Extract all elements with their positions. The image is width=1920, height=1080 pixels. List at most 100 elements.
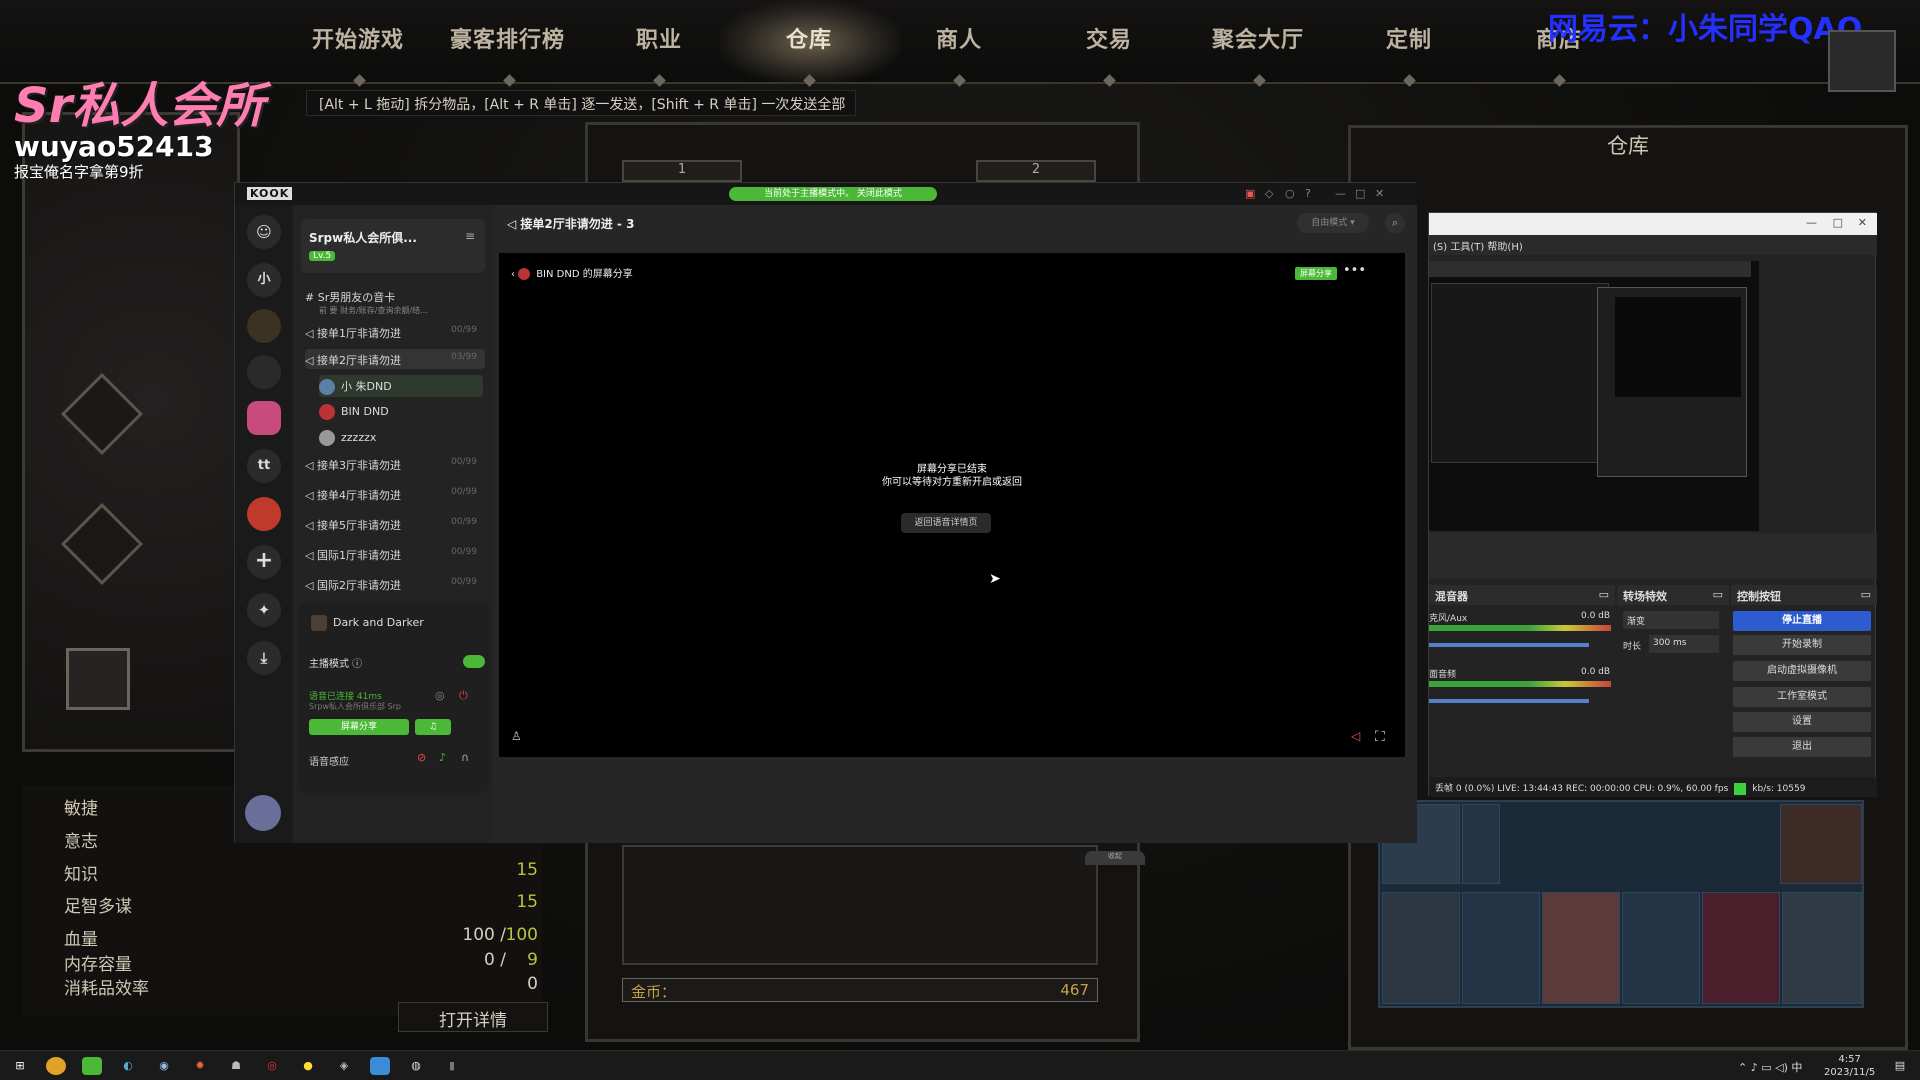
equip-slot-diamond[interactable] — [60, 502, 144, 586]
duration-input[interactable]: 300 ms — [1649, 635, 1719, 653]
equip-slot-diamond[interactable] — [60, 372, 144, 456]
chrome-icon[interactable] — [46, 1057, 66, 1075]
discover-icon[interactable]: ✦ — [247, 593, 281, 627]
stash-tab-2[interactable]: 2 — [976, 160, 1096, 182]
nav-class[interactable]: 职业 — [636, 22, 682, 54]
close-icon[interactable]: ✕ — [1858, 216, 1867, 229]
disconnect-icon[interactable]: ⏻ — [459, 689, 468, 703]
headphones-icon[interactable]: ∩ — [461, 751, 469, 764]
start-virtual-camera-button[interactable]: 启动虚拟摄像机 — [1733, 661, 1871, 681]
popout-icon[interactable]: ▭ — [1861, 588, 1871, 601]
mute-audio-icon[interactable]: ◁ — [1351, 729, 1360, 743]
server-icon[interactable]: tt — [247, 449, 281, 483]
server-icon-active[interactable] — [247, 401, 281, 435]
close-icon[interactable]: ✕ — [1375, 187, 1384, 200]
screen-share-button[interactable]: 屏幕分享 — [309, 719, 409, 735]
game-icon[interactable]: ▮ — [442, 1057, 462, 1075]
download-icon[interactable]: ⤓ — [247, 641, 281, 675]
app-icon[interactable]: ● — [298, 1057, 318, 1075]
microphone-icon[interactable]: ♪ — [439, 751, 446, 764]
maximize-icon[interactable]: □ — [1355, 187, 1365, 200]
item-lantern[interactable] — [1622, 892, 1700, 1004]
app-icon[interactable]: ◈ — [334, 1057, 354, 1075]
nav-merchants[interactable]: 商人 — [936, 22, 982, 54]
app-icon[interactable] — [370, 1057, 390, 1075]
mic-volume-slider[interactable] — [1429, 643, 1589, 647]
nav-gathering-hall[interactable]: 聚会大厅 — [1212, 22, 1304, 54]
free-mode-dropdown[interactable]: 自由模式 ▾ — [1297, 213, 1369, 233]
more-icon[interactable]: ••• — [1343, 263, 1366, 278]
stash-grid[interactable] — [622, 845, 1098, 965]
obs-menu-bar[interactable]: (S) 工具(T) 帮助(H) — [1429, 235, 1877, 255]
streamer-mode-toggle[interactable] — [463, 655, 485, 668]
shop-icon[interactable]: ▣ — [1245, 187, 1255, 200]
share-audio-button[interactable]: ♫ — [415, 719, 451, 735]
voice-channel[interactable]: ◁ 接单5厅非请勿进 00/99 — [305, 517, 485, 533]
open-details-button[interactable]: 打开详情 — [398, 1002, 548, 1032]
item-dagger[interactable] — [1462, 804, 1500, 884]
nav-start-game[interactable]: 开始游戏 — [312, 22, 404, 54]
mic-mute-icon[interactable]: ⊘ — [417, 751, 426, 764]
nav-leaderboard[interactable]: 豪客排行榜 — [450, 22, 565, 54]
nav-trade[interactable]: 交易 — [1086, 22, 1132, 54]
item-vest[interactable] — [1782, 892, 1862, 1004]
direct-messages-icon[interactable]: ☺ — [247, 215, 281, 249]
back-to-voice-button[interactable]: 返回语音详情页 — [901, 513, 991, 533]
voice-channel[interactable]: ◁ 国际2厅非请勿进 00/99 — [305, 577, 485, 593]
server-icon[interactable] — [247, 497, 281, 531]
channel-member[interactable]: 小 朱DND — [319, 375, 483, 397]
invite-user-icon[interactable]: ♙ — [511, 729, 522, 743]
item-armor[interactable] — [1542, 892, 1620, 1004]
clock[interactable]: 4:57 2023/11/5 — [1824, 1053, 1875, 1079]
system-tray[interactable]: ⌃ ♪ ▭ ◁) 中 — [1738, 1059, 1802, 1075]
stop-streaming-button[interactable]: 停止直播 — [1733, 611, 1871, 631]
start-icon[interactable]: ⊞ — [10, 1057, 30, 1075]
maximize-icon[interactable]: □ — [1833, 216, 1843, 229]
minimize-icon[interactable]: — — [1806, 216, 1817, 229]
transition-select[interactable]: 渐变 — [1623, 611, 1719, 629]
channel-member[interactable]: BIN DND — [319, 401, 483, 423]
app-icon[interactable]: ☗ — [226, 1057, 246, 1075]
nav-customize[interactable]: 定制 — [1386, 22, 1432, 54]
app-icon[interactable]: ✸ — [190, 1057, 210, 1075]
voice-channel[interactable]: ◁ 接单1厅非请勿进 00/99 — [305, 325, 485, 343]
boots-slot[interactable] — [66, 648, 130, 710]
settings-icon[interactable]: ◎ — [435, 689, 445, 702]
start-recording-button[interactable]: 开始录制 — [1733, 635, 1871, 655]
streamer-mode-banner[interactable]: 当前处于主播模式中。 关闭此模式 — [729, 187, 937, 201]
popout-icon[interactable]: ▭ — [1713, 588, 1723, 601]
studio-mode-button[interactable]: 工作室模式 — [1733, 687, 1871, 707]
item-sword[interactable] — [1462, 892, 1540, 1004]
server-icon[interactable]: 小 — [247, 263, 281, 297]
item-tunic[interactable] — [1382, 892, 1460, 1004]
fullscreen-icon[interactable]: ⛶ — [1375, 729, 1385, 745]
voice-channel[interactable]: ◁ 接单3厅非请勿进 00/99 — [305, 457, 485, 473]
exit-button[interactable]: 退出 — [1733, 737, 1871, 757]
user-avatar[interactable] — [245, 795, 281, 831]
minimize-icon[interactable]: — — [1335, 187, 1346, 200]
menu-icon[interactable]: ≡ — [465, 229, 475, 243]
server-icon[interactable] — [247, 355, 281, 389]
search-icon[interactable]: ⌕ — [1385, 213, 1405, 233]
text-channel[interactable]: # Sr男朋友の音卡 — [305, 289, 485, 305]
collapse-button[interactable]: 收起 — [1085, 851, 1145, 865]
popout-icon[interactable]: ▭ — [1599, 588, 1609, 601]
item-cloth[interactable] — [1780, 804, 1862, 884]
stash-inventory-grid[interactable] — [1378, 800, 1864, 1008]
add-server-icon[interactable]: + — [247, 545, 281, 579]
voice-channel-selected[interactable]: ◁ 接单2厅非请勿进 03/99 — [305, 349, 485, 369]
channel-member[interactable]: zzzzzx — [319, 427, 483, 449]
desktop-volume-slider[interactable] — [1429, 699, 1589, 703]
shield-icon[interactable]: ◇ — [1265, 187, 1273, 200]
search-icon[interactable]: ○ — [1285, 187, 1295, 200]
steam-icon[interactable]: ◉ — [154, 1057, 174, 1075]
voice-channel[interactable]: ◁ 接单4厅非请勿进 00/99 — [305, 487, 485, 503]
netease-music-icon[interactable]: ◎ — [262, 1057, 282, 1075]
obs-icon[interactable]: ◍ — [406, 1057, 426, 1075]
stash-tab-1[interactable]: 1 — [622, 160, 742, 182]
notification-icon[interactable]: ▤ — [1890, 1057, 1910, 1075]
guild-header[interactable]: Srpw私人会所俱... Lv.5 ≡ — [301, 219, 485, 273]
nav-stash[interactable]: 仓库 — [786, 22, 832, 54]
kook-icon[interactable] — [82, 1057, 102, 1075]
ime-indicator[interactable]: 中 — [1791, 1061, 1802, 1074]
